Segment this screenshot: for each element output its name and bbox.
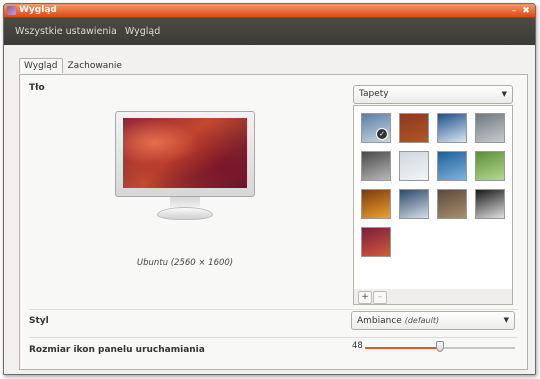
style-default-suffix: (default) bbox=[404, 316, 440, 325]
appearance-window: Wygląd – ✖ Wszystkie ustawienia Wygląd W… bbox=[3, 3, 536, 375]
wallpaper-gallery: ✓ bbox=[353, 105, 513, 290]
monitor-screen bbox=[123, 118, 247, 188]
tab-behavior[interactable]: Zachowanie bbox=[63, 58, 127, 73]
divider bbox=[29, 309, 518, 310]
style-label: Styl bbox=[29, 316, 49, 326]
menu-bar: Wszystkie ustawienia Wygląd bbox=[4, 18, 535, 45]
wallpaper-thumbnail[interactable] bbox=[399, 189, 429, 219]
add-wallpaper-button[interactable]: + bbox=[358, 291, 372, 304]
chevron-down-icon: ▼ bbox=[501, 90, 507, 98]
style-value: Ambiance bbox=[357, 316, 402, 326]
wallpaper-thumbnail[interactable] bbox=[475, 189, 505, 219]
wallpaper-thumbnail[interactable] bbox=[437, 113, 467, 143]
selected-check-icon: ✓ bbox=[376, 128, 388, 140]
slider-fill bbox=[365, 347, 440, 349]
slider-handle[interactable] bbox=[436, 341, 444, 352]
wallpaper-thumbnail[interactable] bbox=[399, 151, 429, 181]
minimize-icon[interactable]: – bbox=[509, 6, 519, 16]
chevron-down-icon: ▼ bbox=[503, 316, 509, 324]
wallpaper-preview bbox=[115, 111, 255, 231]
appearance-panel: Tło Ubuntu (2560 × 1600) Tapety ▼ ✓ + – … bbox=[19, 74, 528, 370]
monitor-neck bbox=[170, 197, 200, 207]
wallpaper-thumbnail[interactable] bbox=[399, 113, 429, 143]
menu-appearance[interactable]: Wygląd bbox=[125, 26, 160, 37]
divider bbox=[29, 337, 518, 338]
wallpaper-thumbnail[interactable] bbox=[437, 151, 467, 181]
gallery-toolbar: + – bbox=[353, 289, 513, 305]
window-title: Wygląd bbox=[19, 5, 57, 15]
wallpaper-thumbnail[interactable] bbox=[475, 113, 505, 143]
style-dropdown[interactable]: Ambiance (default) ▼ bbox=[351, 311, 515, 330]
background-section-label: Tło bbox=[29, 83, 45, 93]
app-icon bbox=[7, 6, 16, 15]
launcher-icon-size-value: 48 bbox=[352, 341, 363, 351]
wallpaper-caption: Ubuntu (2560 × 1600) bbox=[136, 258, 234, 268]
wallpaper-thumbnail[interactable]: ✓ bbox=[361, 113, 391, 143]
wallpaper-thumbnail[interactable] bbox=[361, 227, 391, 257]
tab-bar: Wygląd Zachowanie bbox=[19, 58, 127, 73]
monitor-frame bbox=[115, 111, 255, 197]
title-bar[interactable]: Wygląd – ✖ bbox=[4, 4, 535, 18]
menu-all-settings[interactable]: Wszystkie ustawienia bbox=[15, 26, 117, 37]
wallpaper-thumbnail[interactable] bbox=[361, 151, 391, 181]
window-controls: – ✖ bbox=[509, 4, 531, 17]
monitor-stand bbox=[157, 207, 213, 220]
background-source-value: Tapety bbox=[359, 89, 389, 99]
remove-wallpaper-button[interactable]: – bbox=[373, 291, 387, 304]
tab-appearance[interactable]: Wygląd bbox=[19, 58, 63, 73]
slider-track[interactable] bbox=[440, 347, 515, 349]
wallpaper-thumbnail[interactable] bbox=[437, 189, 467, 219]
wallpaper-thumbnail[interactable] bbox=[475, 151, 505, 181]
launcher-icon-size-label: Rozmiar ikon panelu uruchamiania bbox=[29, 345, 205, 355]
wallpaper-thumbnail[interactable] bbox=[361, 189, 391, 219]
close-icon[interactable]: ✖ bbox=[521, 6, 531, 16]
background-source-dropdown[interactable]: Tapety ▼ bbox=[353, 85, 513, 104]
